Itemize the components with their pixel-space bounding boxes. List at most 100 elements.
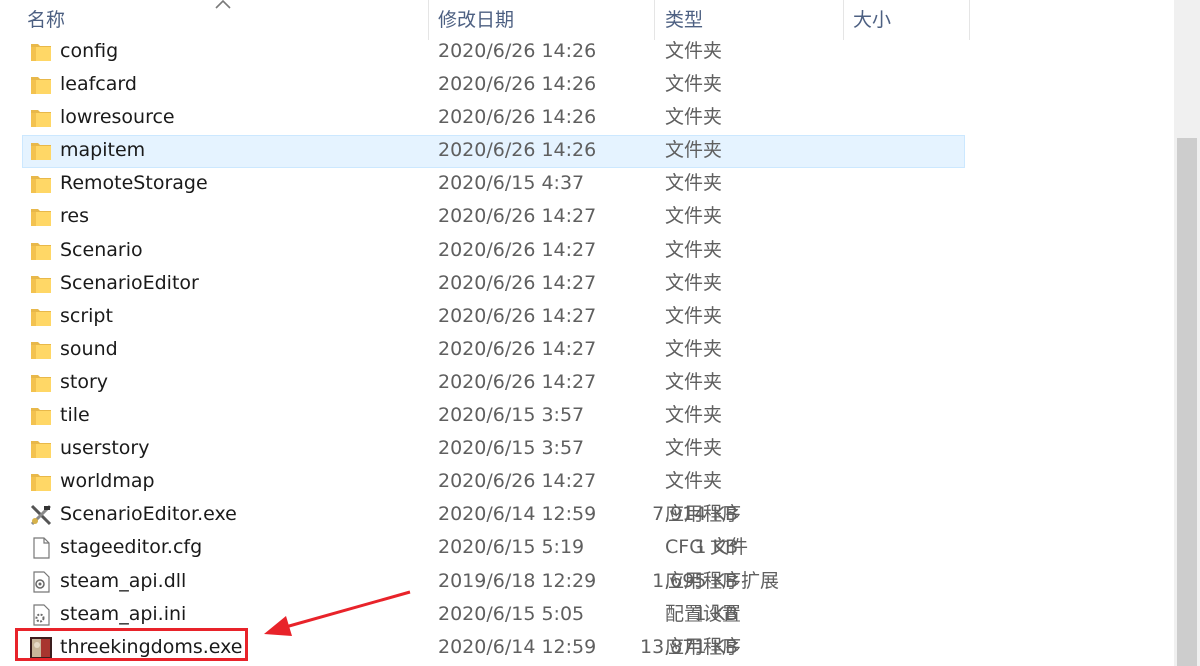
folder-icon — [29, 205, 53, 229]
file-name: lowresource — [60, 106, 175, 129]
file-size: 13,871 KB — [639, 635, 738, 658]
column-divider[interactable] — [843, 0, 844, 40]
file-name: ScenarioEditor — [60, 271, 199, 294]
file-date-modified: 2020/6/15 5:19 — [438, 536, 585, 559]
file-date-modified: 2020/6/26 14:27 — [438, 271, 597, 294]
file-date-modified: 2020/6/15 3:57 — [438, 437, 585, 460]
file-date-modified: 2020/6/26 14:27 — [438, 337, 597, 360]
file-row[interactable]: steam_api.dll 2019/6/18 12:29 应用程序扩展 1,695 … — [0, 565, 980, 598]
file-size: 1,695 KB — [652, 569, 738, 592]
column-header-size[interactable]: 大小 — [853, 0, 891, 40]
file-name: steam_api.ini — [60, 602, 187, 625]
file-date-modified: 2020/6/26 14:27 — [438, 304, 597, 327]
file-name: leafcard — [60, 73, 137, 96]
folder-icon — [29, 305, 53, 329]
column-header-name[interactable]: 名称 — [27, 0, 65, 40]
column-header-date[interactable]: 修改日期 — [438, 0, 514, 40]
file-date-modified: 2020/6/15 4:37 — [438, 172, 585, 195]
folder-icon — [29, 139, 53, 163]
file-row[interactable]: ScenarioEditor.exe 2020/6/14 12:59 应用程序 7,9… — [0, 498, 980, 531]
column-divider[interactable] — [428, 0, 429, 40]
file-name: res — [60, 205, 89, 228]
file-date-modified: 2020/6/14 12:59 — [438, 635, 597, 658]
file-type: 文件夹 — [665, 106, 723, 129]
folder-icon — [29, 172, 53, 196]
file-row[interactable]: sound 2020/6/26 14:27 文件夹 — [0, 333, 980, 366]
file-type: 文件夹 — [665, 139, 723, 162]
file-row[interactable]: tile 2020/6/15 3:57 文件夹 — [0, 399, 980, 432]
blank-file-icon — [29, 536, 53, 560]
file-type: 文件夹 — [665, 73, 723, 96]
file-type: 文件夹 — [665, 40, 723, 62]
folder-icon — [29, 73, 53, 97]
file-size: 1 KB — [694, 602, 738, 625]
file-name: sound — [60, 337, 118, 360]
file-type: 文件夹 — [665, 437, 723, 460]
file-row[interactable]: steam_api.ini 2020/6/15 5:05 配置设置 1 KB — [0, 598, 980, 631]
file-row[interactable]: lowresource 2020/6/26 14:26 文件夹 — [0, 101, 980, 134]
file-date-modified: 2020/6/26 14:27 — [438, 470, 597, 493]
folder-icon — [29, 272, 53, 296]
file-row[interactable]: stageeditor.cfg 2020/6/15 5:19 CFG 文件 1 KB — [0, 531, 980, 564]
dll-file-icon — [29, 570, 53, 594]
file-date-modified: 2020/6/26 14:26 — [438, 73, 597, 96]
file-date-modified: 2020/6/26 14:26 — [438, 139, 597, 162]
file-type: 文件夹 — [665, 238, 723, 261]
file-date-modified: 2019/6/18 12:29 — [438, 569, 597, 592]
folder-icon — [29, 437, 53, 461]
file-row[interactable]: leafcard 2020/6/26 14:26 文件夹 — [0, 68, 980, 101]
file-date-modified: 2020/6/15 3:57 — [438, 404, 585, 427]
file-type: 文件夹 — [665, 172, 723, 195]
file-date-modified: 2020/6/26 14:26 — [438, 106, 597, 129]
file-date-modified: 2020/6/26 14:27 — [438, 205, 597, 228]
annotation-highlight-box — [15, 628, 248, 661]
file-name: worldmap — [60, 470, 155, 493]
folder-icon — [29, 106, 53, 130]
file-type: 文件夹 — [665, 470, 723, 493]
vertical-scrollbar[interactable] — [1174, 0, 1200, 666]
file-size: 1 KB — [694, 536, 738, 559]
column-header-type[interactable]: 类型 — [665, 0, 703, 40]
tools-exe-icon — [29, 503, 53, 527]
file-name: RemoteStorage — [60, 172, 208, 195]
folder-icon — [29, 239, 53, 263]
file-name: userstory — [60, 437, 150, 460]
file-type: 文件夹 — [665, 304, 723, 327]
file-name: tile — [60, 404, 90, 427]
file-type: 文件夹 — [665, 337, 723, 360]
file-name: story — [60, 370, 109, 393]
file-row[interactable]: userstory 2020/6/15 3:57 文件夹 — [0, 432, 980, 465]
file-date-modified: 2020/6/26 14:27 — [438, 370, 597, 393]
file-row[interactable]: worldmap 2020/6/26 14:27 文件夹 — [0, 465, 980, 498]
column-divider[interactable] — [969, 0, 970, 40]
file-size: 7,914 KB — [652, 503, 738, 526]
file-row[interactable]: Scenario 2020/6/26 14:27 文件夹 — [0, 234, 980, 267]
file-type: 文件夹 — [665, 404, 723, 427]
file-date-modified: 2020/6/14 12:59 — [438, 503, 597, 526]
file-name: steam_api.dll — [60, 569, 187, 592]
folder-icon — [29, 470, 53, 494]
sort-ascending-icon — [215, 0, 231, 9]
file-name: ScenarioEditor.exe — [60, 503, 237, 526]
file-type: 文件夹 — [665, 271, 723, 294]
file-row[interactable]: mapitem 2020/6/26 14:26 文件夹 — [0, 134, 980, 169]
column-divider[interactable] — [654, 0, 655, 40]
file-row[interactable]: script 2020/6/26 14:27 文件夹 — [0, 300, 980, 333]
file-list: config 2020/6/26 14:26 文件夹 leafcard 2020/6/2… — [0, 35, 980, 664]
file-row[interactable]: config 2020/6/26 14:26 文件夹 — [0, 35, 980, 68]
file-type: 文件夹 — [665, 205, 723, 228]
file-row[interactable]: res 2020/6/26 14:27 文件夹 — [0, 200, 980, 233]
file-row[interactable]: ScenarioEditor 2020/6/26 14:27 文件夹 — [0, 267, 980, 300]
scrollbar-thumb[interactable] — [1177, 138, 1197, 666]
file-date-modified: 2020/6/26 14:27 — [438, 238, 597, 261]
file-name: mapitem — [60, 139, 146, 162]
settings-file-icon — [29, 603, 53, 627]
column-header: 名称 修改日期 类型 大小 — [0, 0, 970, 40]
file-name: config — [60, 40, 119, 62]
file-name: script — [60, 304, 113, 327]
file-row[interactable]: RemoteStorage 2020/6/15 4:37 文件夹 — [0, 167, 980, 200]
folder-icon — [29, 404, 53, 428]
file-name: stageeditor.cfg — [60, 536, 203, 559]
file-row[interactable]: story 2020/6/26 14:27 文件夹 — [0, 366, 980, 399]
file-date-modified: 2020/6/26 14:26 — [438, 40, 597, 62]
